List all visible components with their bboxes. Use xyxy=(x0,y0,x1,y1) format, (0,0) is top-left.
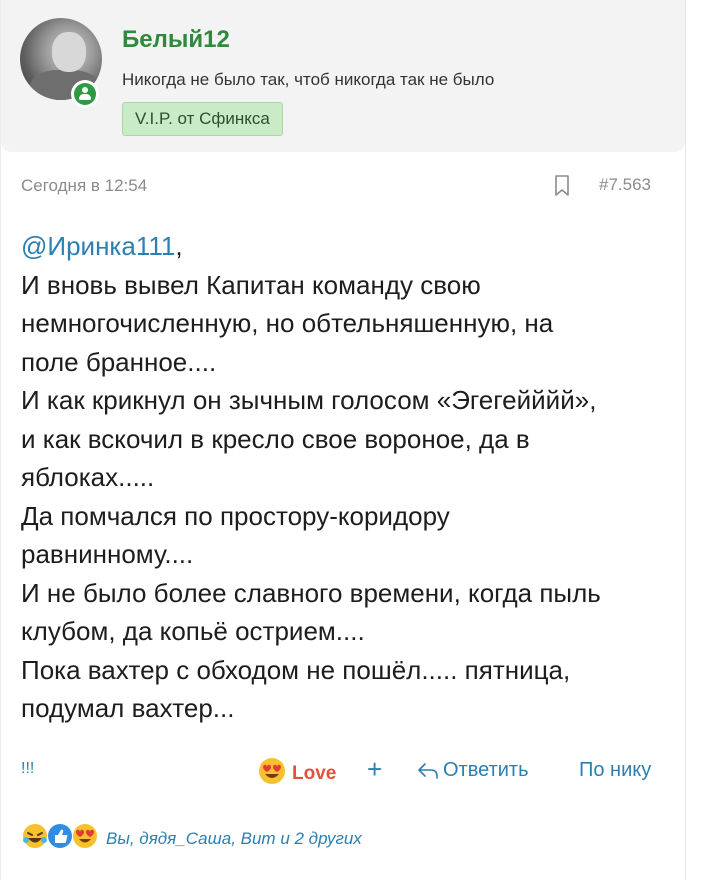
post-line: немногочисленную, но обтельняшенную, на xyxy=(21,308,554,338)
post-header: Белый12 Никогда не было так, чтоб никогд… xyxy=(1,0,685,152)
post-line: И как крикнул он зычным голосом «Эгегейй… xyxy=(21,385,597,415)
post-body: @Иринка111, И вновь вывел Капитан команд… xyxy=(21,227,676,728)
reply-label: Ответить xyxy=(443,759,529,781)
post-line: и как вскочил в кресло свое вороное, да … xyxy=(21,423,530,454)
heart-eyes-emoji-icon xyxy=(71,822,99,855)
love-emoji-icon xyxy=(258,757,286,790)
post-line: подумал вахтер... xyxy=(21,693,235,723)
post-line: яблоках..... xyxy=(21,462,155,492)
post-line: И не было более славного времени, когда … xyxy=(21,577,601,608)
post-line: Да помчался по простору-коридору xyxy=(21,500,450,531)
post-line: И вновь вывел Капитан команду свою xyxy=(21,269,481,300)
love-button[interactable]: Love xyxy=(258,757,336,790)
post-line: равнинному.... xyxy=(21,539,194,569)
love-label: Love xyxy=(292,762,337,784)
post-card: Белый12 Никогда не было так, чтоб никогд… xyxy=(0,0,686,880)
post-number[interactable]: #7.563 xyxy=(599,175,651,195)
reactions-summary[interactable]: Вы, дядя_Саша, Bum и 2 других xyxy=(21,822,362,855)
post-time[interactable]: Сегодня в 12:54 xyxy=(21,176,147,196)
reactions-text: Вы, дядя_Саша, Bum и 2 других xyxy=(106,828,362,848)
mention-link[interactable]: @Иринка111 xyxy=(21,231,175,261)
post-line: клубом, да копьё острием.... xyxy=(21,616,365,646)
post-line: поле бранное.... xyxy=(21,346,217,377)
like-emoji-icon xyxy=(46,822,74,855)
vip-badge: V.I.P. от Сфинкса xyxy=(122,102,283,136)
reply-by-nick-button[interactable]: По нику xyxy=(579,759,651,782)
post-line: Пока вахтер с обходом не пошёл..... пятн… xyxy=(21,654,571,685)
bookmark-icon[interactable] xyxy=(554,175,570,202)
laugh-emoji-icon xyxy=(21,822,49,855)
post-line: @Иринка111, xyxy=(21,231,183,261)
user-status: Никогда не было так, чтоб никогда так не… xyxy=(122,70,495,89)
reply-arrow-icon xyxy=(418,762,438,779)
small-link[interactable]: !!! xyxy=(21,760,34,778)
online-user-icon xyxy=(71,80,99,108)
reply-button[interactable]: Ответить xyxy=(417,759,529,782)
username[interactable]: Белый12 xyxy=(122,26,230,54)
add-reaction-button[interactable]: + xyxy=(367,754,382,785)
